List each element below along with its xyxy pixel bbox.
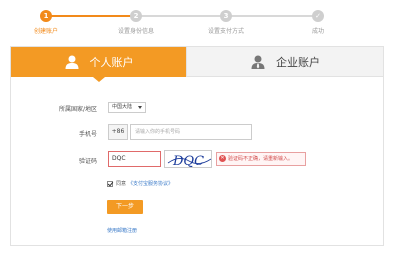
captcha-label: 验证码 (78, 158, 97, 165)
business-person-icon (250, 54, 266, 70)
step-2-marker: 2 (130, 10, 142, 22)
captcha-error-text: 验证码不正确，请重新输入。 (228, 156, 294, 162)
step-3-label: 设置支付方式 (207, 28, 245, 35)
phone-prefix[interactable]: +86 (108, 124, 128, 140)
region-select[interactable]: 中国大陆 (108, 102, 146, 113)
agree-text: 同意 (116, 181, 127, 187)
step-4-check-icon: ✓ (312, 10, 324, 22)
step-4-label: 成功 (311, 28, 325, 35)
phone-label: 手机号 (78, 131, 97, 138)
step-2-label: 设置身份信息 (117, 28, 155, 35)
captcha-error-tip: ✕ 验证码不正确，请重新输入。 (216, 152, 306, 166)
step-1-label: 创建账户 (33, 28, 59, 35)
phone-input[interactable]: 请输入你的手机号码 (130, 124, 252, 140)
email-register-link[interactable]: 使用邮箱注册 (107, 227, 137, 234)
agree-checkbox[interactable] (107, 180, 113, 187)
agreement-row: 同意 《支付宝服务协议》 (107, 180, 173, 187)
step-connector-2 (136, 15, 226, 17)
account-type-tabs: 个人账户 企业账户 (11, 47, 383, 77)
tab-personal-account[interactable]: 个人账户 (11, 47, 186, 77)
registration-card: 个人账户 企业账户 所属国家/地区 中国大陆 手机号 +86 请输入你的手机号码… (10, 46, 384, 246)
region-label: 所属国家/地区 (58, 106, 97, 113)
tab-enterprise-label: 企业账户 (276, 55, 320, 69)
progress-stepper: 1 2 3 ✓ 创建账户 设置身份信息 设置支付方式 成功 (0, 0, 400, 40)
captcha-input[interactable]: DQC (108, 151, 161, 167)
chevron-down-icon (138, 106, 142, 109)
tab-personal-label: 个人账户 (89, 56, 134, 69)
captcha-image[interactable]: DQC (164, 150, 212, 169)
tab-enterprise-account[interactable]: 企业账户 (186, 47, 383, 77)
step-1-marker: 1 (40, 10, 52, 22)
service-agreement-link[interactable]: 《支付宝服务协议》 (128, 180, 173, 187)
step-connector-1 (46, 15, 136, 17)
error-icon: ✕ (219, 155, 226, 162)
person-icon (64, 54, 80, 70)
step-3-marker: 3 (220, 10, 232, 22)
captcha-image-text: DQC (172, 154, 204, 169)
step-connector-3 (226, 15, 318, 17)
next-button[interactable]: 下一步 (107, 200, 143, 214)
active-tab-pointer (93, 77, 105, 82)
region-value: 中国大陆 (112, 104, 133, 110)
